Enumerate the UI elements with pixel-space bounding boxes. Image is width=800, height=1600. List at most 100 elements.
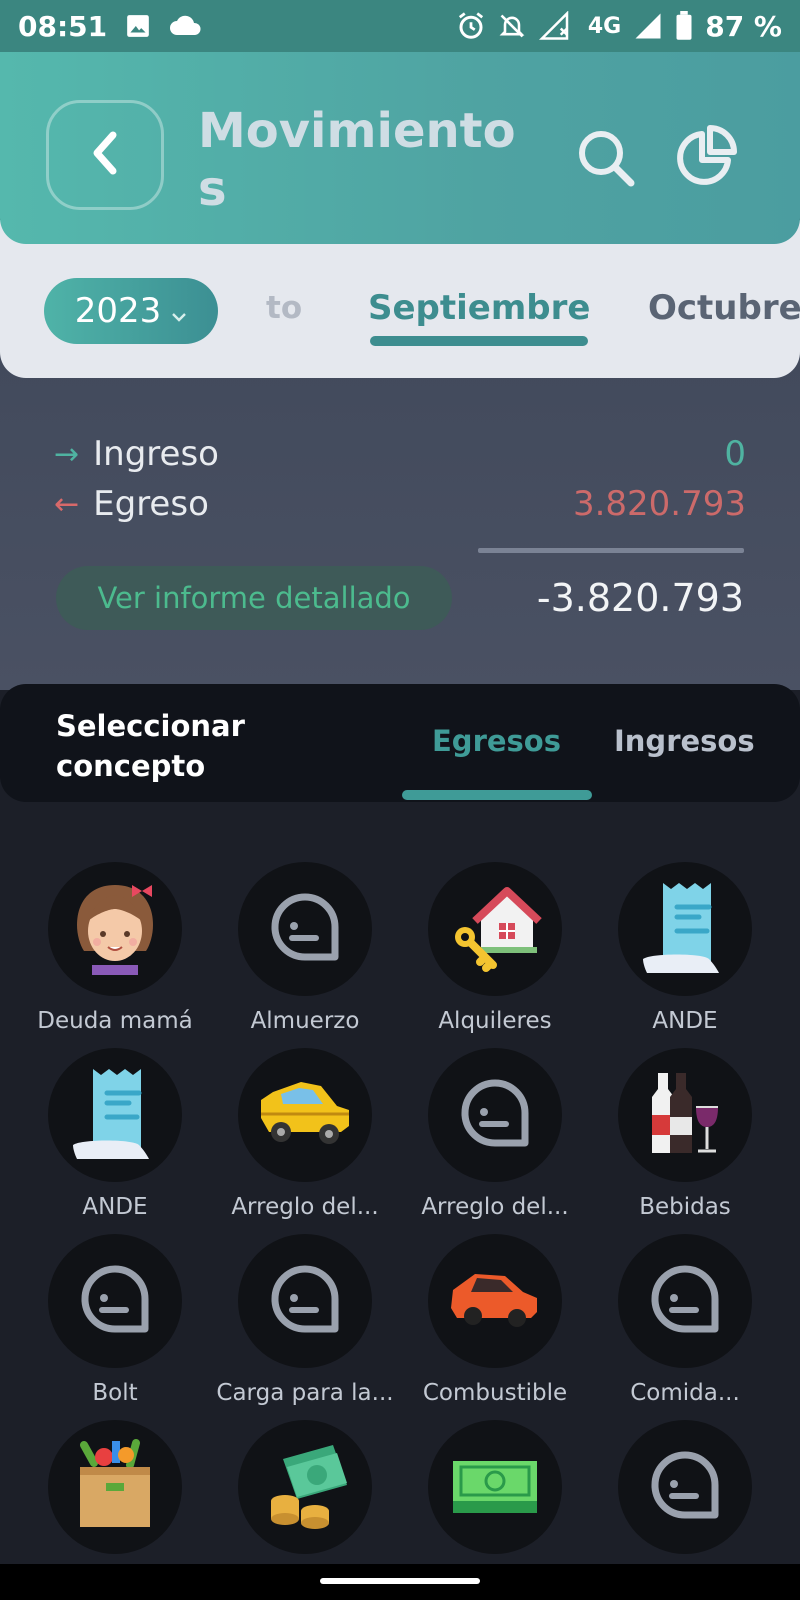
house-key-icon — [447, 879, 543, 979]
tab-expenses[interactable]: Egresos — [432, 724, 561, 758]
tab-income[interactable]: Ingresos — [614, 724, 755, 758]
concept-label: Bebidas — [639, 1194, 731, 1220]
status-time: 08:51 — [18, 9, 108, 43]
income-value: 0 — [724, 434, 746, 474]
concept-icon-wrapper — [48, 1420, 182, 1554]
concept-item[interactable]: ANDE — [20, 1048, 210, 1220]
notifications-off-icon — [498, 11, 526, 41]
detailed-report-button[interactable]: Ver informe detallado — [56, 566, 452, 630]
battery-icon — [675, 11, 693, 41]
cash-coins-icon — [257, 1437, 353, 1537]
concept-icon-wrapper — [428, 1420, 562, 1554]
generic-bubble-icon — [270, 892, 340, 966]
home-gesture-handle[interactable] — [320, 1578, 480, 1584]
expense-row: ← Egreso 3.820.793 — [54, 484, 746, 524]
pie-chart-icon — [674, 125, 738, 192]
receipt-icon — [67, 1063, 163, 1167]
concept-icon-wrapper — [618, 862, 752, 996]
concept-icon-wrapper — [428, 862, 562, 996]
expense-value: 3.820.793 — [572, 484, 746, 524]
concept-icon-wrapper — [238, 1420, 372, 1554]
generic-bubble-icon — [650, 1264, 720, 1338]
concept-icon-wrapper — [48, 1234, 182, 1368]
concept-label: Deuda mamá — [37, 1008, 193, 1034]
concept-item[interactable]: Combustible — [400, 1234, 590, 1406]
signal-full-icon — [633, 11, 663, 41]
concept-item[interactable]: Almuerzo — [210, 862, 400, 1034]
groceries-bag-icon — [70, 1437, 160, 1537]
bottles-wine-icon — [640, 1065, 730, 1165]
generic-bubble-icon — [460, 1078, 530, 1152]
balance-total: -3.820.793 — [536, 576, 744, 620]
concept-icon-wrapper — [618, 1420, 752, 1554]
generic-bubble-icon — [650, 1450, 720, 1524]
concept-item[interactable]: Alquileres — [400, 862, 590, 1034]
sum-divider — [478, 548, 744, 553]
signal-icon — [538, 11, 576, 41]
year-value: 2023 — [74, 291, 162, 331]
cloud-icon — [169, 15, 203, 37]
income-label: Ingreso — [93, 434, 219, 474]
concept-label: Alquileres — [438, 1008, 552, 1034]
concept-label: Comida... — [630, 1380, 740, 1406]
concept-icon-wrapper — [48, 862, 182, 996]
concept-item[interactable]: Arreglo del... — [400, 1048, 590, 1220]
year-dropdown[interactable]: 2023 — [44, 278, 218, 344]
concept-grid: Deuda mamá Almuerzo Alquileres ANDE ANDE… — [20, 862, 780, 1562]
girl-face-icon — [70, 879, 160, 979]
month-tab-active[interactable]: Septiembre — [368, 288, 590, 328]
page-title: Movimientos — [198, 103, 516, 212]
concept-item[interactable]: Bebidas — [590, 1048, 780, 1220]
concept-label: Almuerzo — [250, 1008, 360, 1034]
arrow-right-icon: → — [54, 436, 80, 472]
concept-item[interactable]: ANDE — [590, 862, 780, 1034]
concept-item[interactable] — [590, 1420, 780, 1562]
banknote-icon — [447, 1445, 543, 1529]
search-button[interactable] — [574, 126, 638, 190]
chevron-left-icon — [89, 131, 121, 179]
generic-bubble-icon — [270, 1264, 340, 1338]
concept-icon-wrapper — [618, 1234, 752, 1368]
to-label: to — [266, 290, 303, 326]
concept-icon-wrapper — [428, 1048, 562, 1182]
concept-item[interactable]: Deuda mamá — [20, 862, 210, 1034]
back-button[interactable] — [46, 100, 164, 210]
concept-item[interactable] — [20, 1420, 210, 1562]
system-nav-bar — [0, 1564, 800, 1600]
concept-label: Bolt — [92, 1380, 138, 1406]
concept-title: Seleccionar concepto — [56, 709, 245, 783]
arrow-left-icon: ← — [54, 486, 80, 522]
chart-button[interactable] — [674, 124, 738, 188]
yellow-car-icon — [257, 1070, 353, 1160]
receipt-icon — [637, 877, 733, 981]
concept-item[interactable]: Arreglo del... — [210, 1048, 400, 1220]
concept-item[interactable]: Bolt — [20, 1234, 210, 1406]
concept-icon-wrapper — [238, 862, 372, 996]
concept-tabs-bar: Seleccionar concepto Egresos Ingresos — [0, 684, 800, 802]
concept-item[interactable] — [400, 1420, 590, 1562]
month-tab-indicator — [370, 336, 588, 346]
concept-label: Carga para la... — [216, 1380, 394, 1406]
summary-panel: → Ingreso 0 ← Egreso 3.820.793 Ver infor… — [0, 350, 800, 690]
concept-item[interactable] — [210, 1420, 400, 1562]
concept-label: Arreglo del... — [231, 1194, 379, 1220]
concept-icon-wrapper — [238, 1234, 372, 1368]
app-header: Movimientos — [0, 52, 800, 244]
expense-label: Egreso — [93, 484, 209, 524]
month-tab-next[interactable]: Octubre — [648, 288, 800, 328]
image-icon — [125, 13, 151, 39]
concept-label: Arreglo del... — [421, 1194, 569, 1220]
concept-icon-wrapper — [618, 1048, 752, 1182]
concept-label: Combustible — [422, 1380, 568, 1406]
concept-icon-wrapper — [428, 1234, 562, 1368]
concept-item[interactable]: Comida... — [590, 1234, 780, 1406]
status-bar: 08:51 4G 87 % — [0, 0, 800, 52]
concept-label: ANDE — [652, 1008, 718, 1034]
concept-icon-wrapper — [238, 1048, 372, 1182]
concept-item[interactable]: Carga para la... — [210, 1234, 400, 1406]
income-row: → Ingreso 0 — [54, 434, 746, 474]
alarm-icon — [456, 11, 486, 41]
chevron-down-icon — [171, 291, 187, 331]
tab-indicator — [402, 790, 592, 800]
network-type: 4G — [587, 13, 622, 39]
